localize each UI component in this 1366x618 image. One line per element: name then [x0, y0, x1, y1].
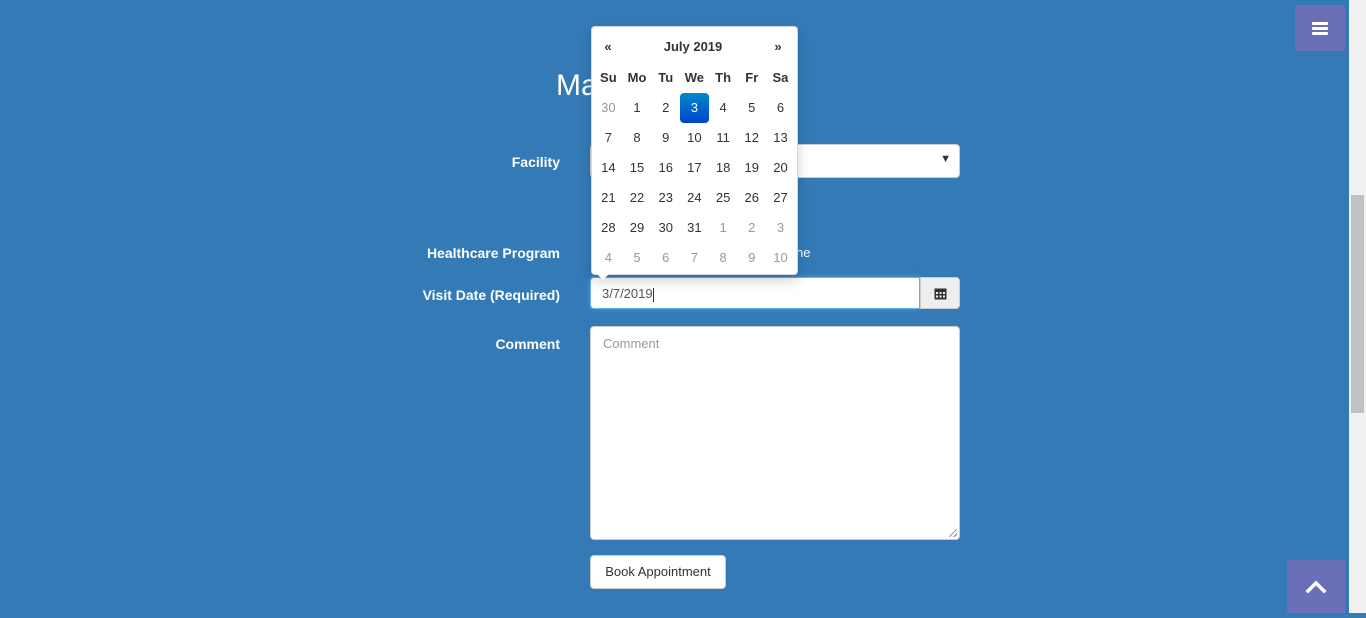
- calendar-day[interactable]: 22: [623, 183, 652, 213]
- calendar-day[interactable]: 2: [737, 213, 766, 243]
- calendar-day[interactable]: 1: [709, 213, 738, 243]
- calendar-day[interactable]: 28: [594, 213, 623, 243]
- menu-button[interactable]: [1295, 5, 1345, 51]
- comment-label: Comment: [495, 336, 560, 352]
- calendar-day[interactable]: 16: [651, 153, 680, 183]
- calendar-button[interactable]: [920, 277, 960, 309]
- book-appointment-button[interactable]: Book Appointment: [590, 555, 726, 589]
- week-row: 21 22 23 24 25 26 27: [594, 183, 795, 213]
- resize-handle-icon[interactable]: [949, 529, 957, 537]
- calendar-day[interactable]: 7: [680, 243, 709, 273]
- calendar-day[interactable]: 17: [680, 153, 709, 183]
- selected-day[interactable]: 3: [680, 93, 709, 123]
- calendar-icon: [934, 288, 947, 300]
- calendar-day[interactable]: 10: [766, 243, 795, 273]
- calendar-day[interactable]: 10: [680, 123, 709, 153]
- program-option-text: ne: [796, 245, 811, 260]
- calendar-day[interactable]: 29: [623, 213, 652, 243]
- week-row: 30 1 2 3 4 5 6: [594, 93, 795, 123]
- calendar-day[interactable]: 23: [651, 183, 680, 213]
- calendar-day[interactable]: 5: [623, 243, 652, 273]
- weekday-label: Tu: [658, 70, 674, 85]
- program-label: Healthcare Program: [426, 245, 560, 261]
- calendar-day[interactable]: 19: [737, 153, 766, 183]
- scrollbar-thumb[interactable]: [1351, 195, 1364, 413]
- scroll-top-button[interactable]: [1287, 560, 1345, 613]
- visit-date-input[interactable]: 3/7/2019: [590, 277, 920, 309]
- next-month-button[interactable]: »: [772, 39, 784, 54]
- week-row: 28 29 30 31 1 2 3: [594, 213, 795, 243]
- visit-date-value: 3/7/2019: [602, 286, 653, 301]
- weekday-label: Sa: [772, 70, 789, 85]
- calendar-day[interactable]: 18: [709, 153, 738, 183]
- weekday-label: Fr: [745, 70, 759, 85]
- calendar-day[interactable]: 30: [594, 93, 623, 123]
- calendar-day[interactable]: 6: [766, 93, 795, 123]
- calendar-grid: Su Mo Tu We Th Fr Sa 30 1 2 3 4 5 6 7 8 9 10 11 12 13 14 15 16 1…: [594, 63, 795, 273]
- calendar-day[interactable]: 1: [623, 93, 652, 123]
- calendar-day[interactable]: 26: [737, 183, 766, 213]
- calendar-day[interactable]: 4: [594, 243, 623, 273]
- calendar-day[interactable]: 5: [737, 93, 766, 123]
- calendar-day[interactable]: 8: [623, 123, 652, 153]
- month-title[interactable]: July 2019: [632, 39, 754, 54]
- week-row: 14 15 16 17 18 19 20: [594, 153, 795, 183]
- calendar-day[interactable]: 9: [737, 243, 766, 273]
- weekday-label: Th: [715, 70, 732, 85]
- weekday-label: We: [684, 70, 705, 85]
- calendar-day[interactable]: 24: [680, 183, 709, 213]
- visit-date-label: Visit Date (Required): [422, 287, 560, 303]
- calendar-day[interactable]: 30: [651, 213, 680, 243]
- calendar-day[interactable]: 27: [766, 183, 795, 213]
- datepicker-caret: [596, 273, 610, 280]
- week-row: 7 8 9 10 11 12 13: [594, 123, 795, 153]
- calendar-day[interactable]: 12: [737, 123, 766, 153]
- calendar-day[interactable]: 20: [766, 153, 795, 183]
- calendar-day[interactable]: 6: [651, 243, 680, 273]
- calendar-day[interactable]: 3: [766, 213, 795, 243]
- calendar-day[interactable]: 8: [709, 243, 738, 273]
- datepicker-header: « July 2019 »: [592, 33, 797, 63]
- calendar-day[interactable]: 15: [623, 153, 652, 183]
- calendar-day[interactable]: 2: [651, 93, 680, 123]
- prev-month-button[interactable]: «: [602, 39, 614, 54]
- calendar-day[interactable]: 14: [594, 153, 623, 183]
- comment-textarea[interactable]: Comment: [590, 326, 960, 540]
- calendar-day[interactable]: 7: [594, 123, 623, 153]
- calendar-day[interactable]: 4: [709, 93, 738, 123]
- calendar-day[interactable]: 21: [594, 183, 623, 213]
- calendar-day[interactable]: 13: [766, 123, 795, 153]
- datepicker-popup: « July 2019 » Su Mo Tu We Th Fr Sa 30 1 2 3 4 5 6 7 8 9 1…: [591, 26, 798, 275]
- week-row: 4 5 6 7 8 9 10: [594, 243, 795, 273]
- weekday-header-row: Su Mo Tu We Th Fr Sa: [594, 63, 795, 93]
- chevron-up-icon: [1305, 580, 1327, 594]
- calendar-day[interactable]: 25: [709, 183, 738, 213]
- weekday-label: Mo: [627, 70, 647, 85]
- comment-placeholder: Comment: [603, 336, 660, 351]
- facility-label: Facility: [511, 154, 560, 170]
- dropdown-arrow-icon: ▼: [940, 153, 951, 165]
- calendar-day[interactable]: 31: [680, 213, 709, 243]
- weekday-label: Su: [600, 70, 617, 85]
- calendar-day[interactable]: 9: [651, 123, 680, 153]
- calendar-day[interactable]: 11: [709, 123, 738, 153]
